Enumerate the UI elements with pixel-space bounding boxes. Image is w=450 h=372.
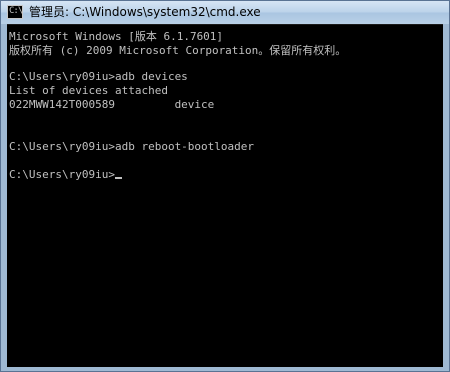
window-title: 管理员: C:\Windows\system32\cmd.exe <box>29 5 261 19</box>
cmd-icon-glyph: C:\ <box>9 6 23 16</box>
console-line: Microsoft Windows [版本 6.1.7601] <box>9 30 224 43</box>
console-lines: Microsoft Windows [版本 6.1.7601] 版权所有 (c)… <box>9 28 346 182</box>
cmd-window: C:\ 管理员: C:\Windows\system32\cmd.exe Mic… <box>0 0 450 372</box>
title-bar[interactable]: C:\ 管理员: C:\Windows\system32\cmd.exe <box>1 1 449 24</box>
prompt-line[interactable]: C:\Users\ry09iu> <box>9 168 346 182</box>
console-output[interactable]: Microsoft Windows [版本 6.1.7601] 版权所有 (c)… <box>7 24 443 367</box>
console-line: List of devices attached <box>9 84 168 97</box>
console-line: C:\Users\ry09iu>adb reboot-bootloader <box>9 140 255 153</box>
prompt-text: C:\Users\ry09iu> <box>9 168 115 181</box>
text-cursor <box>114 177 122 179</box>
console-line: 版权所有 (c) 2009 Microsoft Corporation。保留所有… <box>9 44 347 57</box>
cmd-icon[interactable]: C:\ <box>7 5 23 19</box>
window-bottom-border <box>1 367 449 371</box>
console-line: C:\Users\ry09iu>adb devices <box>9 70 188 83</box>
console-line: 022MWW142T000589 device <box>9 98 215 111</box>
